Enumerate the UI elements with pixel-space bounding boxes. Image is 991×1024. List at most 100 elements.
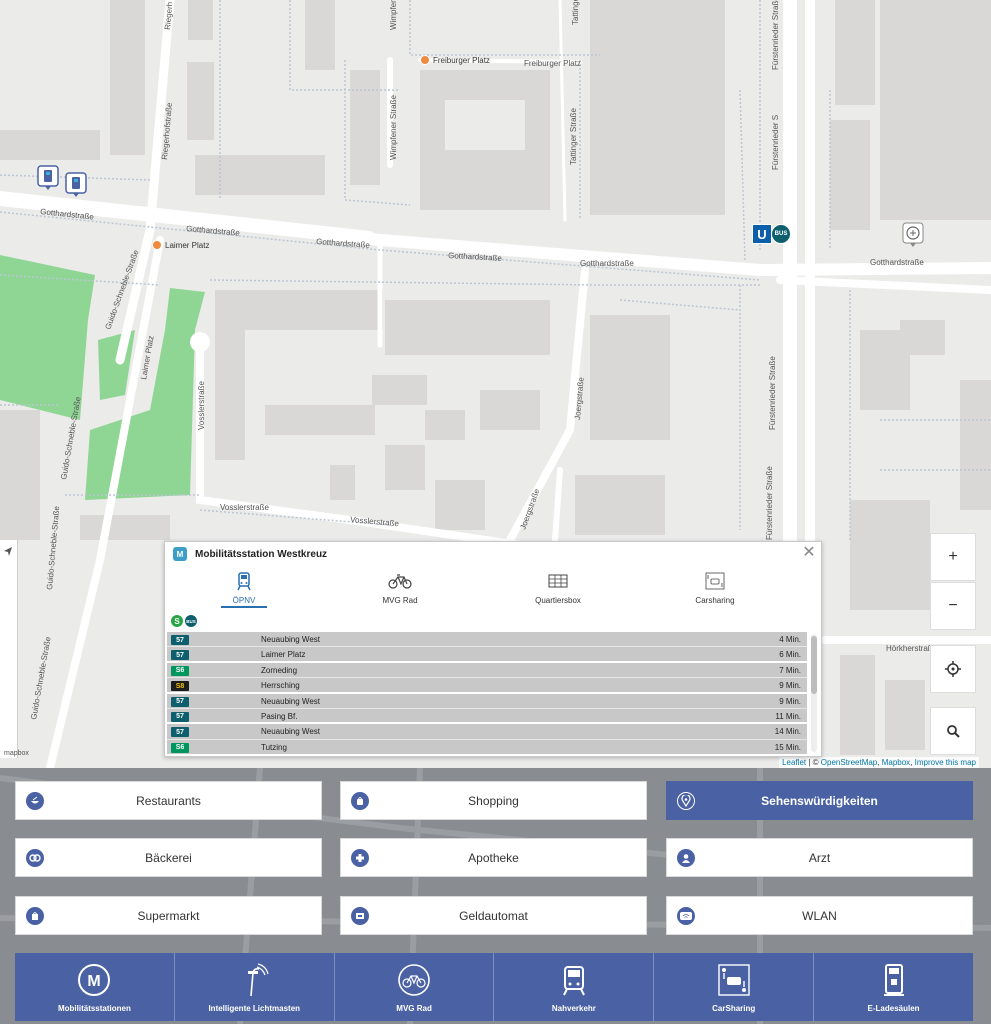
departure-destination: Tutzing xyxy=(261,742,287,752)
departure-row: S6 Zorneding 7 Min. xyxy=(167,663,807,679)
popup-title: Mobilitätsstation Westkreuz xyxy=(195,548,328,560)
mobility-station-icon: M xyxy=(77,962,111,998)
mapbox-logo[interactable]: mapbox xyxy=(4,750,29,757)
nav-item-e-ladesäulen[interactable]: E-Ladesäulen xyxy=(814,953,973,1021)
popup-header: M Mobilitätsstation Westkreuz xyxy=(165,542,821,566)
category-button-apotheke[interactable]: Apotheke xyxy=(340,838,647,877)
departure-row: 57 Neuaubing West 4 Min. xyxy=(167,632,807,648)
category-button-supermarkt[interactable]: Supermarkt xyxy=(15,896,322,935)
zoom-in-button[interactable]: + xyxy=(930,533,976,581)
street-label: Guido-Schneble-Straße xyxy=(29,635,53,720)
departure-row: S6 Tutzing 15 Min. xyxy=(167,740,807,754)
line-badge: 57 xyxy=(171,696,189,707)
mapbox-link[interactable]: Mapbox xyxy=(882,758,910,767)
departure-time: 6 Min. xyxy=(779,650,801,660)
street-label: Tattinger Straße xyxy=(569,108,578,165)
street-label: Fürstenrieder Straße xyxy=(771,0,780,70)
tab-label: Carsharing xyxy=(695,596,735,605)
charging-marker[interactable] xyxy=(37,165,59,191)
nav-item-carsharing[interactable]: CarSharing xyxy=(654,953,815,1021)
line-badge: 57 xyxy=(171,635,189,645)
category-button-restaurants[interactable]: Restaurants xyxy=(15,781,322,820)
category-label: Arzt xyxy=(808,850,831,865)
departure-row: 57 Neuaubing West 9 Min. xyxy=(167,694,807,709)
category-label: Apotheke xyxy=(468,850,519,865)
poi-pin-icon xyxy=(152,240,162,250)
category-label: Shopping xyxy=(468,793,519,808)
nav-item-intelligente-lichtmasten[interactable]: Intelligente Lichtmasten xyxy=(174,953,335,1021)
atm-icon xyxy=(351,907,369,925)
tab-oepnv[interactable]: ÖPNV xyxy=(199,570,289,610)
nav-label: MVG Rad xyxy=(396,1004,432,1013)
tram-icon xyxy=(237,572,251,591)
tab-carsharing[interactable]: Carsharing xyxy=(670,570,760,610)
sbahn-icon: S xyxy=(171,615,183,627)
street-label: Vosslerstraße xyxy=(220,503,269,512)
nav-item-nahverkehr[interactable]: Nahverkehr xyxy=(494,953,655,1021)
departure-destination: Herrsching xyxy=(261,681,300,691)
scroll-thumb[interactable] xyxy=(811,636,817,694)
street-label: Freiburger Platz xyxy=(524,59,581,68)
tab-quartiersbox[interactable]: Quartiersbox xyxy=(513,570,603,610)
station-marker[interactable]: U BUS xyxy=(752,224,791,244)
crosshair-icon xyxy=(945,661,961,677)
shopping-bag-icon xyxy=(351,792,369,810)
bus-icon: BUS xyxy=(771,224,791,244)
side-panel-toggle[interactable] xyxy=(0,540,18,758)
nav-label: Intelligente Lichtmasten xyxy=(208,1004,301,1013)
category-label: Bäckerei xyxy=(145,850,192,865)
category-label: WLAN xyxy=(802,908,837,923)
departure-scrollbar[interactable] xyxy=(811,634,817,752)
departure-row: 57 Neuaubing West 14 Min. xyxy=(167,724,807,740)
main-navigation: M Mobilitätsstationen Intelligente Lichtma… xyxy=(15,953,973,1021)
category-button-arzt[interactable]: Arzt xyxy=(666,838,973,877)
minus-icon: − xyxy=(948,597,958,614)
tab-mvg-rad[interactable]: MVG Rad xyxy=(355,570,445,610)
poi-marker-freiburger-platz[interactable]: Freiburger Platz xyxy=(420,55,490,65)
poi-marker-laimer-platz[interactable]: Laimer Platz xyxy=(152,240,209,250)
category-label: Geldautomat xyxy=(459,908,528,923)
charging-station-icon xyxy=(37,165,59,190)
departure-list[interactable]: 57 Neuaubing West 4 Min. 57 Laimer Platz 6 Mi… xyxy=(167,632,807,754)
category-button-geldautomat[interactable]: Geldautomat xyxy=(340,896,647,935)
locate-arrow-icon xyxy=(4,547,12,556)
charging-marker[interactable] xyxy=(65,172,87,198)
departure-destination: Neuaubing West xyxy=(261,696,320,706)
bus-icon: BUS xyxy=(185,615,197,627)
line-badge: S6 xyxy=(171,665,189,676)
close-icon: ✕ xyxy=(802,544,816,561)
smart-lamp-marker[interactable] xyxy=(902,222,924,248)
osm-link[interactable]: OpenStreetMap xyxy=(821,758,877,767)
departure-time: 14 Min. xyxy=(774,727,801,737)
close-button[interactable]: ✕ xyxy=(801,545,817,561)
street-label: Joergstraße xyxy=(518,487,541,531)
line-badge: S6 xyxy=(171,742,189,753)
street-label: Tattinger xyxy=(571,0,580,25)
line-badge: 57 xyxy=(171,711,189,722)
nav-item-mobilitätsstationen[interactable]: M Mobilitätsstationen xyxy=(15,953,175,1021)
restaurant-icon xyxy=(26,792,44,810)
category-button-shopping[interactable]: Shopping xyxy=(340,781,647,820)
map[interactable]: Gotthardstraße Gotthardstraße Gotthardst… xyxy=(0,0,991,768)
category-button-sehenswürdigkeiten[interactable]: Sehenswürdigkeiten xyxy=(666,781,973,820)
bicycle-icon xyxy=(397,962,431,998)
street-label: Wimpfener Straße xyxy=(389,95,398,160)
ubahn-icon: U xyxy=(752,224,772,244)
plus-icon: + xyxy=(948,548,958,565)
carsharing-icon xyxy=(717,962,751,998)
zoom-out-button[interactable]: − xyxy=(930,582,976,630)
locate-button[interactable] xyxy=(930,645,976,693)
departure-destination: Zorneding xyxy=(261,665,298,675)
nav-label: CarSharing xyxy=(712,1004,756,1013)
category-button-wlan[interactable]: WLAN xyxy=(666,896,973,935)
street-label: Wimpfener xyxy=(389,0,398,30)
improve-map-link[interactable]: Improve this map xyxy=(915,758,976,767)
leaflet-link[interactable]: Leaflet xyxy=(782,758,806,767)
street-label: Fürstenrieder S xyxy=(771,115,780,170)
pretzel-icon xyxy=(26,849,44,867)
departure-time: 9 Min. xyxy=(779,696,801,706)
nav-item-mvg-rad[interactable]: MVG Rad xyxy=(334,953,495,1021)
category-button-bäckerei[interactable]: Bäckerei xyxy=(15,838,322,877)
search-button[interactable] xyxy=(930,707,976,755)
locker-icon xyxy=(548,574,568,588)
